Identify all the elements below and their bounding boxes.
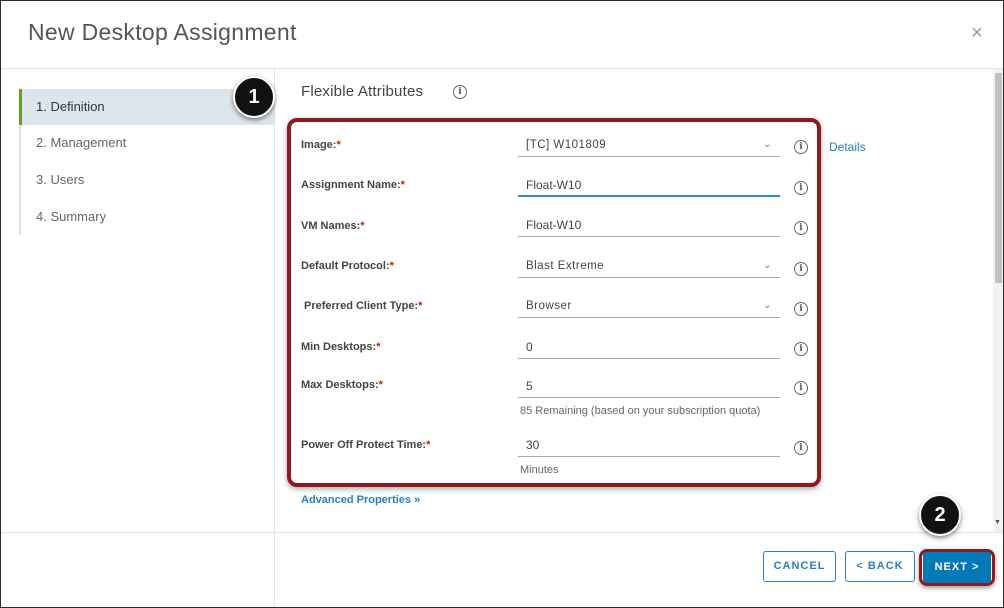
callout-badge-1: 1 bbox=[233, 76, 275, 118]
max-desktops-hint: 85 Remaining (based on your subscription… bbox=[520, 405, 761, 417]
assignment-name-label: Assignment Name:* bbox=[301, 179, 405, 191]
info-icon[interactable]: i bbox=[794, 221, 808, 235]
next-button[interactable]: NEXT > bbox=[923, 552, 991, 583]
cancel-button[interactable]: CANCEL bbox=[763, 551, 836, 582]
dialog-title: New Desktop Assignment bbox=[28, 19, 297, 45]
max-desktops-value: 5 bbox=[526, 379, 533, 393]
max-desktops-label: Max Desktops:* bbox=[301, 379, 383, 391]
min-desktops-input[interactable]: 0 bbox=[518, 337, 780, 359]
dialog: New Desktop Assignment × 1. Definition 2… bbox=[0, 0, 1004, 608]
section-title: Flexible Attributes bbox=[301, 83, 424, 100]
info-icon[interactable]: i bbox=[794, 302, 808, 316]
close-icon[interactable]: × bbox=[971, 21, 983, 45]
power-off-protect-time-hint: Minutes bbox=[520, 464, 559, 476]
info-icon[interactable]: i bbox=[794, 381, 808, 395]
info-icon[interactable]: i bbox=[453, 85, 467, 99]
footer-divider bbox=[1, 532, 1003, 533]
info-icon[interactable]: i bbox=[794, 181, 808, 195]
default-protocol-value: Blast Extreme bbox=[526, 260, 605, 272]
nav-item-management[interactable]: 2. Management bbox=[19, 125, 274, 161]
max-desktops-input[interactable]: 5 bbox=[518, 376, 780, 398]
chevron-down-icon: ⌄ bbox=[763, 260, 772, 271]
callout-badge-2: 2 bbox=[919, 494, 961, 536]
image-value: [TC] W101809 bbox=[526, 139, 607, 151]
vm-names-value: Float-W10 bbox=[526, 218, 582, 232]
preferred-client-type-value: Browser bbox=[526, 300, 572, 312]
back-button[interactable]: < BACK bbox=[845, 551, 915, 582]
advanced-properties-link[interactable]: Advanced Properties » bbox=[301, 494, 420, 506]
info-icon[interactable]: i bbox=[794, 262, 808, 276]
preferred-client-type-label: Preferred Client Type:* bbox=[304, 300, 423, 312]
default-protocol-select[interactable]: Blast Extreme ⌄ bbox=[518, 256, 780, 278]
sidebar-divider bbox=[274, 69, 275, 607]
nav-item-summary[interactable]: 4. Summary bbox=[19, 199, 274, 235]
info-icon[interactable]: i bbox=[794, 441, 808, 455]
power-off-protect-time-label: Power Off Protect Time:* bbox=[301, 439, 431, 451]
min-desktops-value: 0 bbox=[526, 340, 533, 354]
info-icon[interactable]: i bbox=[794, 140, 808, 154]
header-divider bbox=[1, 68, 1003, 69]
power-off-protect-time-value: 30 bbox=[526, 438, 540, 452]
preferred-client-type-select[interactable]: Browser ⌄ bbox=[518, 296, 780, 318]
vm-names-input[interactable]: Float-W10 bbox=[518, 215, 780, 237]
chevron-down-icon: ⌄ bbox=[763, 300, 772, 311]
assignment-name-input[interactable]: Float-W10 bbox=[518, 175, 780, 197]
default-protocol-label: Default Protocol:* bbox=[301, 260, 394, 272]
scrollbar-thumb[interactable] bbox=[995, 73, 1002, 283]
nav-item-users[interactable]: 3. Users bbox=[19, 162, 274, 198]
image-label: Image:* bbox=[301, 139, 341, 151]
next-button-highlight: NEXT > bbox=[919, 549, 995, 586]
vm-names-label: VM Names:* bbox=[301, 220, 365, 232]
chevron-down-icon: ⌄ bbox=[763, 139, 772, 150]
assignment-name-value: Float-W10 bbox=[526, 178, 582, 192]
scroll-down-icon[interactable]: ▼ bbox=[994, 519, 1001, 526]
power-off-protect-time-input[interactable]: 30 bbox=[518, 435, 780, 457]
details-link[interactable]: Details bbox=[829, 140, 866, 154]
info-icon[interactable]: i bbox=[794, 342, 808, 356]
min-desktops-label: Min Desktops:* bbox=[301, 341, 381, 353]
image-select[interactable]: [TC] W101809 ⌄ bbox=[518, 135, 780, 157]
